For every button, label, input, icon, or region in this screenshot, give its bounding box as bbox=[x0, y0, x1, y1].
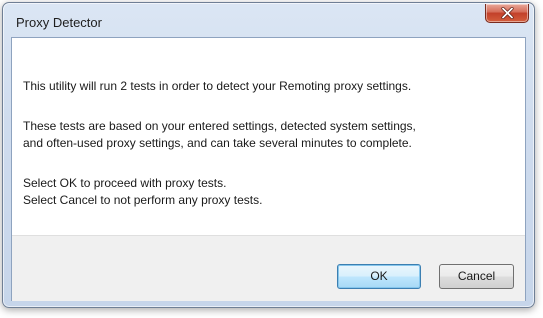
dialog-window: Proxy Detector This utility will run 2 t… bbox=[2, 2, 535, 308]
message-line: Select Cancel to not perform any proxy t… bbox=[23, 193, 263, 207]
close-icon bbox=[501, 7, 514, 19]
cancel-button[interactable]: Cancel bbox=[439, 264, 514, 289]
message-line: Select OK to proceed with proxy tests. bbox=[23, 176, 227, 190]
message-area: This utility will run 2 tests in order t… bbox=[12, 38, 525, 235]
message-line: and often-used proxy settings, and can t… bbox=[23, 136, 412, 150]
button-bar: OK Cancel bbox=[12, 235, 525, 301]
window-title: Proxy Detector bbox=[16, 15, 102, 30]
message-line: This utility will run 2 tests in order t… bbox=[23, 79, 412, 93]
message-paragraph-1: This utility will run 2 tests in order t… bbox=[23, 78, 411, 95]
close-button[interactable] bbox=[485, 4, 529, 23]
message-line: These tests are based on your entered se… bbox=[23, 119, 416, 133]
message-paragraph-3: Select OK to proceed with proxy tests. S… bbox=[23, 175, 262, 209]
dialog-client-area: This utility will run 2 tests in order t… bbox=[11, 37, 526, 301]
ok-button[interactable]: OK bbox=[337, 264, 421, 289]
title-bar[interactable]: Proxy Detector bbox=[3, 3, 534, 37]
message-paragraph-2: These tests are based on your entered se… bbox=[23, 118, 416, 152]
